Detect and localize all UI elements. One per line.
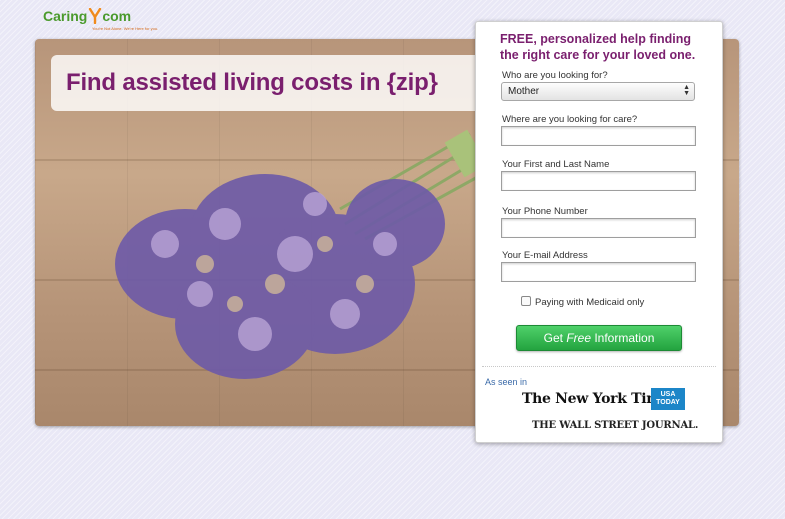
name-label: Your First and Last Name [502, 159, 610, 170]
phone-input[interactable] [501, 218, 696, 238]
who-select-value: Mother [508, 86, 540, 97]
lavender-flowers [115, 174, 445, 379]
medicaid-option[interactable]: Paying with Medicaid only [521, 296, 644, 308]
get-free-information-button[interactable]: Get Free Information [516, 325, 682, 351]
where-input[interactable] [501, 126, 696, 146]
phone-label: Your Phone Number [502, 206, 588, 217]
who-label: Who are you looking for? [502, 70, 608, 81]
cta-prefix: Get [543, 331, 567, 345]
logo-wordmark: Caring com [43, 7, 132, 25]
wsj-logo: THE WALL STREET JOURNAL. [532, 420, 699, 431]
select-arrows-icon: ▲ ▼ [683, 84, 690, 97]
usa-today-line2: TODAY [656, 399, 680, 406]
email-label: Your E-mail Address [502, 250, 588, 261]
lead-form-panel: FREE, personalized help finding the righ… [475, 21, 723, 443]
medicaid-label: Paying with Medicaid only [535, 297, 645, 308]
panel-divider [482, 366, 716, 367]
cta-emphasis: Free [566, 331, 591, 345]
logo-prefix: Caring [43, 8, 88, 24]
usa-today-logo: USA TODAY [651, 388, 685, 410]
medicaid-checkbox[interactable] [521, 296, 531, 306]
where-label: Where are you looking for care? [502, 114, 638, 125]
usa-today-line1: USA [660, 391, 676, 398]
logo-figure-icon [88, 7, 102, 25]
logo-suffix: com [102, 8, 132, 24]
page-headline: Find assisted living costs in {zip} [66, 69, 438, 96]
cta-suffix: Information [591, 331, 655, 345]
name-input[interactable] [501, 171, 696, 191]
email-input[interactable] [501, 262, 696, 282]
form-title: FREE, personalized help finding the righ… [500, 32, 696, 62]
logo-tagline: You're Not Alone. We're Here for you. [92, 26, 159, 31]
as-seen-in-label: As seen in [485, 377, 528, 387]
who-select[interactable]: Mother ▲ ▼ [501, 82, 695, 101]
